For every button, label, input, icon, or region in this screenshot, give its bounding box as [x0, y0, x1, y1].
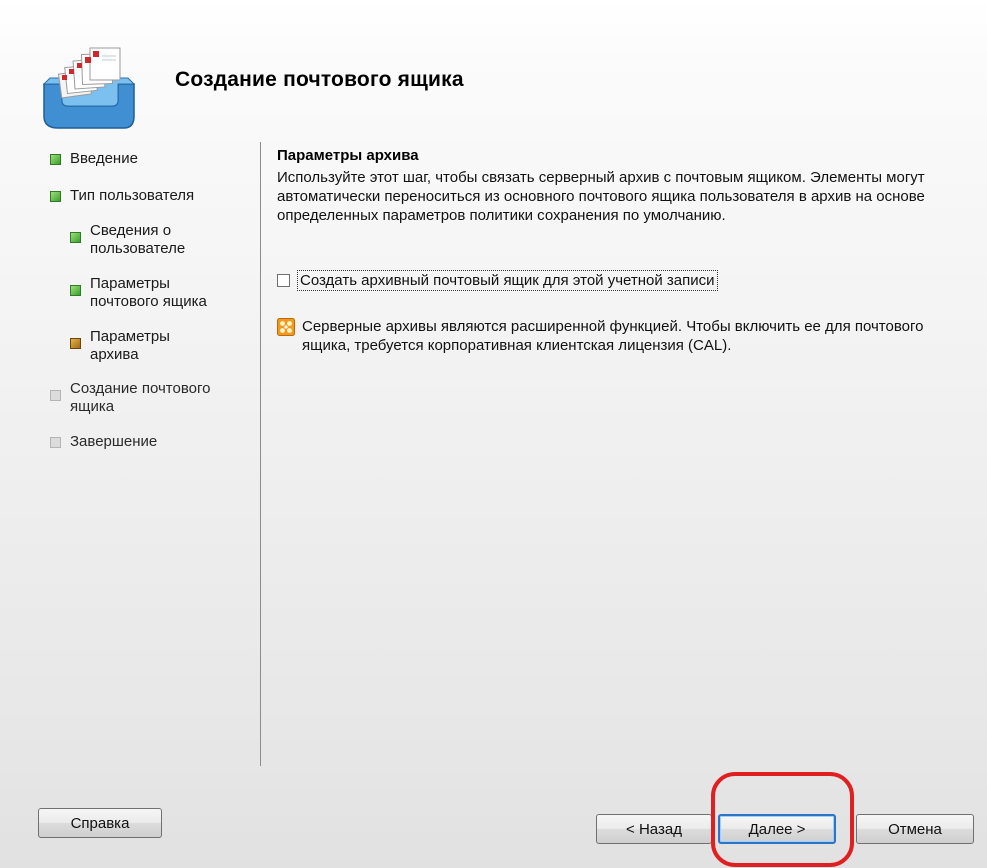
wizard-title: Создание почтового ящика [175, 68, 464, 91]
step-mailbox-settings: Параметры почтового ящика [70, 275, 215, 311]
mailbox-tray-icon [42, 47, 136, 129]
back-button[interactable]: < Назад [596, 814, 712, 844]
create-archive-label[interactable]: Создать архивный почтовый ящик для этой … [297, 270, 718, 291]
license-info: Серверные архивы являются расширенной фу… [277, 317, 952, 355]
step-done-icon [70, 285, 81, 296]
step-pending-icon [50, 390, 61, 401]
next-button-highlight [711, 772, 854, 867]
new-mailbox-wizard: Создание почтового ящика Введение Тип по… [0, 0, 987, 868]
license-info-text: Серверные архивы являются расширенной фу… [302, 318, 924, 354]
step-user-type: Тип пользователя [50, 187, 194, 205]
step-pending-icon [50, 437, 61, 448]
step-done-icon [50, 154, 61, 165]
step-archive-settings: Параметры архива [70, 328, 205, 364]
step-user-info: Сведения о пользователе [70, 222, 205, 258]
section-description: Используйте этот шаг, чтобы связать серв… [277, 169, 925, 224]
step-done-icon [70, 232, 81, 243]
archive-settings-panel: Параметры архива Используйте этот шаг, ч… [277, 147, 957, 354]
step-introduction: Введение [50, 150, 138, 168]
step-create-mailbox: Создание почтового ящика [50, 380, 220, 416]
create-archive-option[interactable]: Создать архивный почтовый ящик для этой … [277, 270, 718, 291]
cancel-button[interactable]: Отмена [856, 814, 974, 844]
create-archive-checkbox[interactable] [277, 274, 290, 287]
step-current-icon [70, 338, 81, 349]
step-done-icon [50, 191, 61, 202]
step-completion: Завершение [50, 433, 157, 451]
warning-info-icon [277, 318, 295, 336]
help-button[interactable]: Справка [38, 808, 162, 838]
section-title: Параметры архива [277, 147, 419, 164]
steps-divider [260, 142, 261, 766]
